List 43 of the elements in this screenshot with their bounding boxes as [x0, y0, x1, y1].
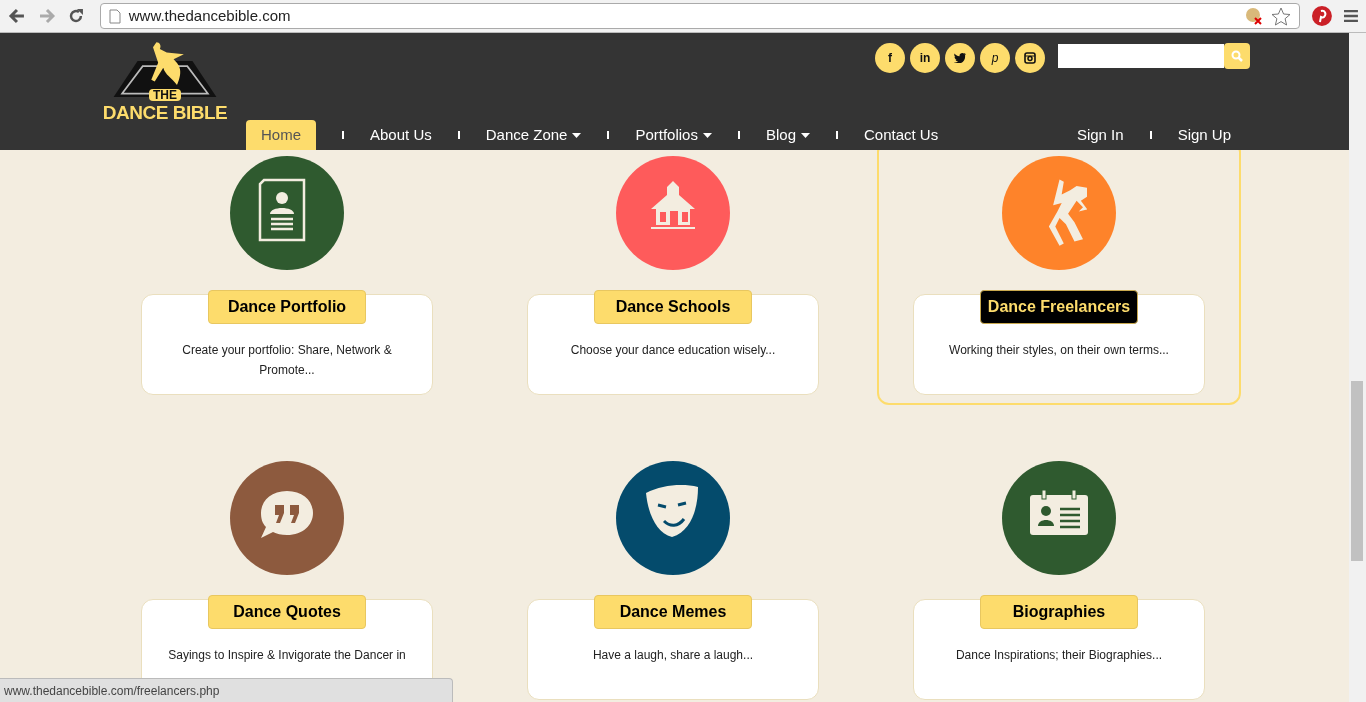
category-description: Dance Inspirations; their Biographies...	[954, 647, 1164, 664]
pinterest-link[interactable]: p	[980, 43, 1010, 73]
category-description: Have a laugh, share a laugh...	[591, 647, 755, 664]
twitter-link[interactable]	[945, 43, 975, 73]
category-title[interactable]: Biographies	[980, 595, 1138, 629]
nav-link[interactable]: Contact Us	[864, 120, 939, 150]
nav-link[interactable]: About Us	[370, 120, 432, 150]
nav-link[interactable]: Home	[246, 120, 316, 150]
category-title[interactable]: Dance Portfolio	[208, 290, 366, 324]
search-field[interactable]	[1058, 44, 1224, 68]
nav-link[interactable]: Portfolios	[635, 120, 712, 150]
category-description: Choose your dance education wisely...	[569, 342, 777, 359]
instagram-link[interactable]	[1015, 43, 1045, 73]
category-description: Working their styles, on their own terms...	[948, 342, 1170, 359]
camera-icon	[1024, 52, 1036, 64]
scrollbar[interactable]	[1349, 33, 1366, 702]
category-title[interactable]: Dance Memes	[594, 595, 752, 629]
url-text: www.thedancebible.com	[128, 5, 291, 26]
logo-text: THE	[149, 89, 181, 101]
status-bar: www.thedancebible.com/freelancers.php	[0, 678, 453, 702]
auth-link[interactable]: Sign In	[1076, 123, 1124, 147]
logo[interactable]: THE DANCE BIBLE	[105, 37, 225, 137]
category-description: Sayings to Inspire & Invigorate the Dancer in	[167, 647, 407, 664]
pin-extension-icon[interactable]	[1312, 6, 1333, 26]
category-title[interactable]: Dance Quotes	[208, 595, 366, 629]
logo-text: DANCE BIBLE	[102, 103, 228, 122]
category-description: Create your portfolio: Share, Network & Promote...	[181, 342, 393, 379]
bird-icon	[954, 53, 966, 63]
facebook-link[interactable]: f	[875, 43, 905, 73]
star-icon[interactable]	[1271, 6, 1292, 26]
cookie-blocked-icon[interactable]	[1245, 7, 1264, 25]
nav-link[interactable]: Blog	[765, 120, 810, 150]
auth-link[interactable]: Sign Up	[1177, 123, 1231, 147]
search-icon	[1231, 50, 1243, 62]
reload-icon[interactable]	[67, 8, 84, 24]
category-title[interactable]: Dance Freelancers	[980, 290, 1138, 324]
page-icon	[108, 8, 121, 24]
back-icon[interactable]	[8, 8, 26, 24]
nav-link[interactable]: Dance Zone	[485, 120, 582, 150]
linkedin-link[interactable]: in	[910, 43, 940, 73]
address-bar[interactable]: www.thedancebible.com	[99, 3, 1301, 29]
menu-icon[interactable]	[1344, 10, 1358, 22]
category-title[interactable]: Dance Schools	[594, 290, 752, 324]
